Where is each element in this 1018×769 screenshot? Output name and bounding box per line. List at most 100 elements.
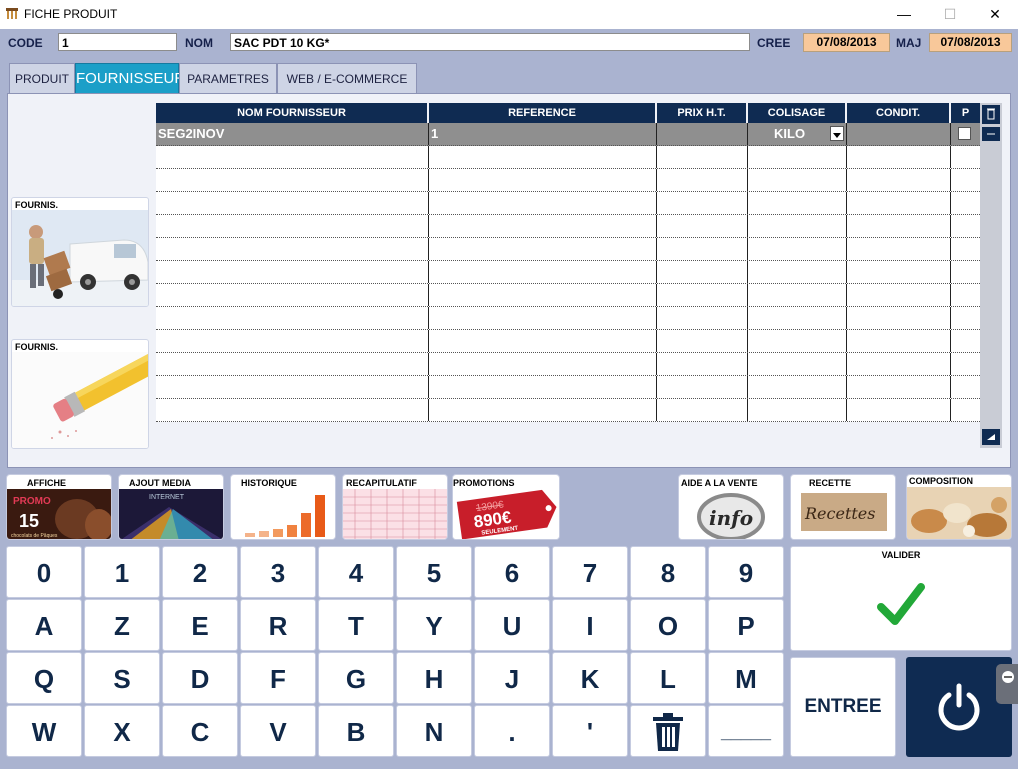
table-row[interactable] [156,399,980,422]
valider-button[interactable]: VALIDER [790,546,1012,651]
side-panel-toggle[interactable] [996,664,1018,704]
key-y[interactable]: Y [396,599,472,651]
cell-colisage[interactable] [748,169,847,191]
cell-p[interactable] [951,215,980,237]
key-5[interactable]: 5 [396,546,472,598]
tab-parametres[interactable]: PARAMETRES [179,63,277,95]
table-row[interactable] [156,146,980,169]
key-m[interactable]: M [708,652,784,704]
colisage-dropdown[interactable]: KILO [748,123,847,145]
key-2[interactable]: 2 [162,546,238,598]
cell-condit[interactable] [847,261,951,283]
key-1[interactable]: 1 [84,546,160,598]
promotions-button[interactable]: PROMOTIONS 1390€ 890€ SEULEMENT [452,474,560,540]
cell-colisage[interactable] [748,376,847,398]
cell-colisage[interactable] [748,330,847,352]
cell-nom-fournisseur[interactable] [156,307,429,329]
cell-nom-fournisseur[interactable] [156,169,429,191]
cell-p[interactable] [951,238,980,260]
cell-condit[interactable] [847,169,951,191]
cell-prix-ht[interactable] [657,330,748,352]
cell-p[interactable] [951,307,980,329]
key-3[interactable]: 3 [240,546,316,598]
cell-reference[interactable] [429,307,657,329]
cell-p[interactable] [951,330,980,352]
key-s[interactable]: S [84,652,160,704]
scroll-top-icon[interactable] [982,105,1000,124]
cell-prix-ht[interactable] [657,169,748,191]
table-row[interactable] [156,192,980,215]
key-c[interactable]: C [162,705,238,757]
cell-colisage[interactable] [748,261,847,283]
table-row[interactable]: SEG2INOV 1 KILO [156,123,980,146]
cell-prix-ht[interactable] [657,353,748,375]
cell-colisage[interactable] [748,284,847,306]
table-row[interactable] [156,238,980,261]
delete-key[interactable] [630,705,706,757]
cell-nom-fournisseur[interactable] [156,261,429,283]
recette-button[interactable]: RECETTE Recettes [790,474,896,540]
cell-condit[interactable] [847,146,951,168]
col-reference[interactable]: REFERENCE [429,103,657,123]
cell-nom-fournisseur[interactable] [156,215,429,237]
cell-reference[interactable] [429,399,657,421]
col-prix-ht[interactable]: PRIX H.T. [657,103,748,123]
key-k[interactable]: K [552,652,628,704]
close-button[interactable]: ✕ [972,0,1018,29]
cell-condit[interactable] [847,376,951,398]
table-row[interactable] [156,284,980,307]
key-q[interactable]: Q [6,652,82,704]
tab-fournisseur[interactable]: FOURNISSEUR [75,63,185,95]
cell-prix-ht[interactable] [657,284,748,306]
cell-reference[interactable] [429,215,657,237]
cell-colisage[interactable] [748,192,847,214]
cell-colisage[interactable] [748,353,847,375]
table-row[interactable] [156,353,980,376]
key-p[interactable]: P [708,599,784,651]
cell-nom-fournisseur[interactable] [156,376,429,398]
code-field[interactable]: 1 [58,33,177,51]
cell-p[interactable] [951,376,980,398]
cell-p[interactable] [951,123,980,145]
cell-colisage[interactable] [748,307,847,329]
key-f[interactable]: F [240,652,316,704]
nom-field[interactable]: SAC PDT 10 KG* [230,33,750,51]
key-0[interactable]: 0 [6,546,82,598]
ajout-media-button[interactable]: AJOUT MEDIA INTERNET [118,474,224,540]
scroll-up-icon[interactable] [982,127,1000,141]
table-row[interactable] [156,169,980,192]
cell-nom-fournisseur[interactable] [156,399,429,421]
table-row[interactable] [156,330,980,353]
key-6[interactable]: 6 [474,546,550,598]
table-row[interactable] [156,307,980,330]
key-period[interactable]: . [474,705,550,757]
key-v[interactable]: V [240,705,316,757]
cell-nom-fournisseur[interactable]: SEG2INOV [156,123,429,145]
key-b[interactable]: B [318,705,394,757]
key-o[interactable]: O [630,599,706,651]
scroll-bottom-icon[interactable] [982,429,1000,445]
cell-prix-ht[interactable] [657,399,748,421]
entree-button[interactable]: ENTREE [790,657,896,757]
recapitulatif-button[interactable]: RECAPITULATIF [342,474,448,540]
cell-nom-fournisseur[interactable] [156,192,429,214]
cell-nom-fournisseur[interactable] [156,330,429,352]
key-underscore[interactable]: _____ [708,705,784,757]
table-row[interactable] [156,215,980,238]
cell-condit[interactable] [847,215,951,237]
cell-reference[interactable] [429,238,657,260]
key-4[interactable]: 4 [318,546,394,598]
maximize-button[interactable]: ☐ [927,0,973,29]
key-9[interactable]: 9 [708,546,784,598]
cell-prix-ht[interactable] [657,238,748,260]
key-d[interactable]: D [162,652,238,704]
key-r[interactable]: R [240,599,316,651]
cell-condit[interactable] [847,399,951,421]
key-8[interactable]: 8 [630,546,706,598]
p-checkbox[interactable] [958,127,971,140]
key-e[interactable]: E [162,599,238,651]
key-n[interactable]: N [396,705,472,757]
key-l[interactable]: L [630,652,706,704]
tab-produit[interactable]: PRODUIT [9,63,75,95]
table-row[interactable] [156,376,980,399]
